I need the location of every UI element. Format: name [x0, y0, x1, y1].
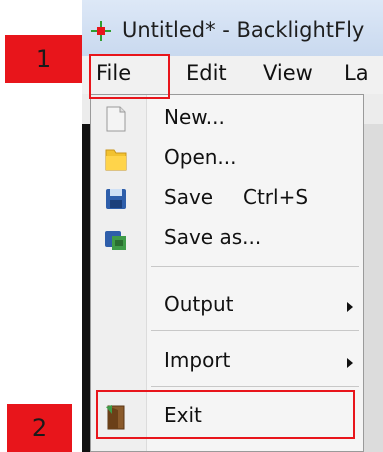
menu-edit[interactable]: Edit — [186, 61, 227, 85]
menu-view[interactable]: View — [263, 61, 313, 85]
menu-separator — [151, 386, 359, 387]
menu-separator — [151, 266, 359, 267]
save-shortcut: Ctrl+S — [243, 185, 309, 209]
new-file-icon — [106, 106, 126, 132]
menu-item-import-label: Import — [164, 348, 231, 372]
menu-item-import[interactable]: Import — [91, 342, 363, 382]
menu-item-open-label: Open... — [164, 145, 237, 169]
menu-la[interactable]: La — [344, 61, 369, 85]
menu-item-output-label: Output — [164, 292, 234, 316]
open-folder-icon — [105, 149, 127, 171]
menu-item-save-as-label: Save as... — [164, 225, 262, 249]
highlight-exit — [96, 390, 355, 439]
save-disk-icon — [106, 189, 126, 209]
menu-item-save[interactable]: Save Ctrl+S — [91, 179, 363, 219]
menu-item-output[interactable]: Output — [91, 286, 363, 326]
save-as-icon — [105, 231, 126, 250]
title-bar: Untitled* - BacklightFly — [82, 0, 383, 56]
window-title: Untitled* - BacklightFly — [122, 18, 365, 42]
submenu-arrow-icon — [347, 302, 353, 312]
menu-item-new-label: New... — [164, 105, 225, 129]
app-icon — [91, 21, 111, 41]
menu-item-open[interactable]: Open... — [91, 139, 363, 179]
menu-item-new[interactable]: New... — [91, 99, 363, 139]
menu-separator — [151, 330, 359, 331]
submenu-arrow-icon — [347, 358, 353, 368]
highlight-file-menu — [89, 54, 170, 99]
menu-item-save-label: Save — [164, 185, 214, 209]
menu-item-save-as[interactable]: Save as... — [91, 219, 363, 259]
step-1-callout: 1 — [5, 35, 82, 83]
step-2-callout: 2 — [7, 404, 72, 452]
